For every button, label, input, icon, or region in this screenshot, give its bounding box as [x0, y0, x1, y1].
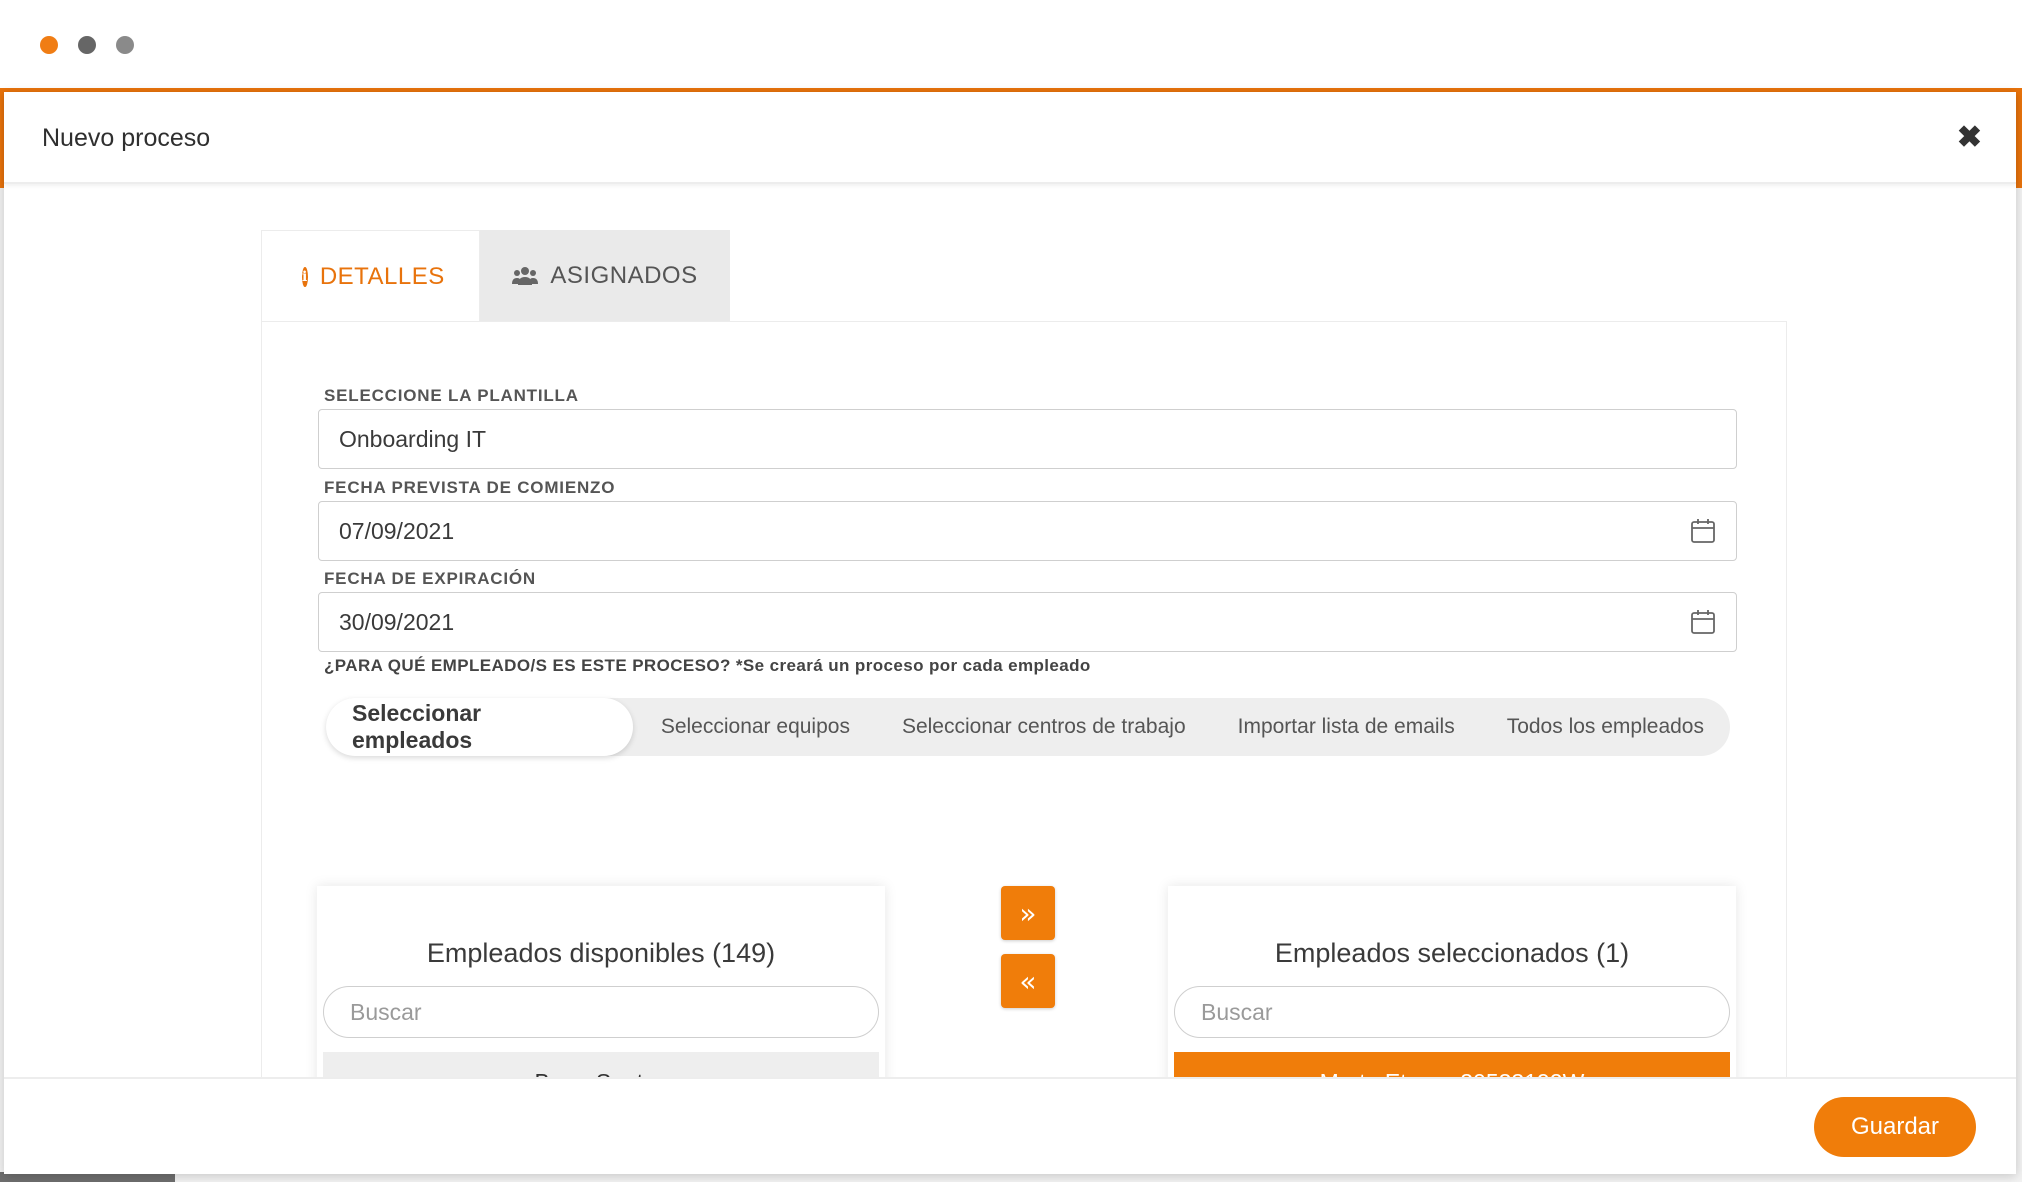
- save-button[interactable]: Guardar: [1814, 1097, 1976, 1157]
- window-dot-minimize[interactable]: [78, 36, 96, 54]
- selected-search-input[interactable]: [1174, 986, 1730, 1038]
- segment-select-workplaces[interactable]: Seleccionar centros de trabajo: [876, 715, 1212, 739]
- template-field[interactable]: Onboarding IT: [318, 409, 1737, 469]
- expiry-date-field[interactable]: 30/09/2021: [318, 592, 1737, 652]
- segment-select-teams[interactable]: Seleccionar equipos: [635, 715, 876, 739]
- start-date-value: 07/09/2021: [339, 517, 455, 544]
- modal-header: Nuevo proceso ✖: [4, 92, 2016, 184]
- double-chevron-left-icon[interactable]: «: [1001, 954, 1055, 1008]
- info-icon: i: [302, 266, 308, 287]
- details-panel: SELECCIONE LA PLANTILLA Onboarding IT FE…: [261, 321, 1787, 1138]
- selected-employees-title: Empleados seleccionados (1): [1274, 938, 1630, 968]
- available-search-input[interactable]: [323, 986, 879, 1038]
- window-dot-close[interactable]: [40, 36, 58, 54]
- calendar-icon[interactable]: [1690, 609, 1716, 635]
- start-date-field[interactable]: 07/09/2021: [318, 501, 1737, 561]
- expiry-date-value: 30/09/2021: [339, 608, 455, 635]
- start-date-label: FECHA PREVISTA DE COMIENZO: [324, 478, 616, 497]
- window-controls: [40, 36, 134, 54]
- tab-detalles-label: DETALLES: [319, 262, 445, 290]
- employee-question: ¿PARA QUÉ EMPLEADO/S ES ESTE PROCESO? *S…: [324, 656, 1091, 675]
- tab-detalles[interactable]: i DETALLES: [261, 230, 480, 322]
- modal-footer: [4, 1077, 2016, 1174]
- selection-mode-segmented: Seleccionar empleados Seleccionar equipo…: [326, 698, 1730, 756]
- template-value: Onboarding IT: [339, 425, 487, 452]
- tab-bar: i DETALLES ASIGNADOS: [261, 230, 730, 322]
- double-chevron-right-icon[interactable]: »: [1001, 886, 1055, 940]
- users-icon: [512, 266, 539, 286]
- tab-asignados-label: ASIGNADOS: [550, 262, 698, 289]
- tab-asignados[interactable]: ASIGNADOS: [480, 230, 730, 322]
- segment-import-emails[interactable]: Importar lista de emails: [1212, 715, 1481, 739]
- available-employees-title: Empleados disponibles (149): [426, 938, 776, 968]
- expiry-date-label: FECHA DE EXPIRACIÓN: [324, 569, 536, 588]
- segment-select-employees[interactable]: Seleccionar empleados: [326, 698, 633, 756]
- template-label: SELECCIONE LA PLANTILLA: [324, 386, 579, 405]
- close-icon[interactable]: ✖: [1957, 120, 1982, 155]
- segment-all-employees[interactable]: Todos los empleados: [1481, 715, 1730, 739]
- calendar-icon[interactable]: [1690, 518, 1716, 544]
- new-process-modal: Nuevo proceso ✖ i DETALLES ASIGNADOS SEL…: [4, 92, 2016, 1174]
- modal-title: Nuevo proceso: [42, 124, 211, 152]
- window-dot-maximize[interactable]: [116, 36, 134, 54]
